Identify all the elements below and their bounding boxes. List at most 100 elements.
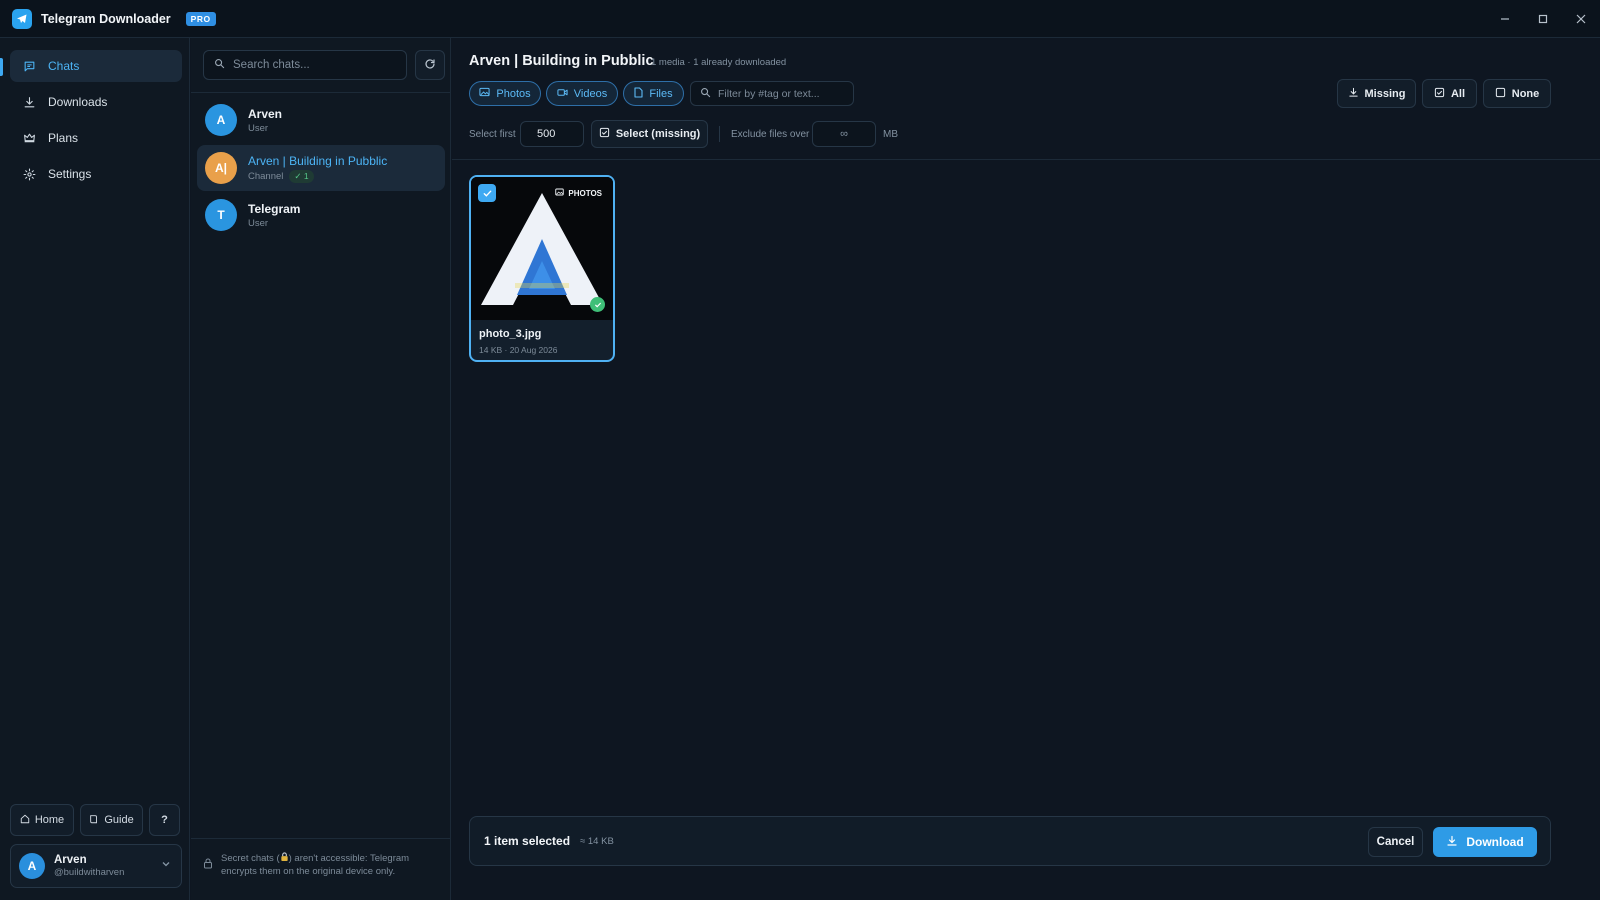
- media-card[interactable]: PHOTOS photo_3.jpg 14 KB · 20 Aug 2026: [469, 175, 615, 362]
- close-icon[interactable]: [1562, 0, 1600, 38]
- select-missing-count-button[interactable]: Select (missing): [591, 120, 708, 148]
- button-label: All: [1450, 87, 1466, 100]
- title-bar: Telegram Downloader PRO: [0, 0, 1600, 38]
- button-label: Missing: [1364, 87, 1406, 100]
- avatar: A|: [205, 152, 237, 184]
- media-type-text: PHOTOS: [568, 188, 602, 198]
- guide-label: Guide: [104, 814, 134, 826]
- nav-item-downloads[interactable]: Downloads: [10, 86, 182, 118]
- pro-badge: PRO: [185, 11, 216, 26]
- chat-name: Arven | Building in Pubblic: [248, 153, 388, 168]
- search-placeholder: Search chats...: [233, 59, 310, 71]
- tag-filter-input[interactable]: Filter by #tag or text...: [690, 81, 854, 106]
- nav-label: Downloads: [48, 95, 108, 109]
- refresh-button[interactable]: [415, 50, 445, 80]
- downloaded-count-badge: ✓ 1: [289, 169, 314, 183]
- checkbox-checked-icon: [1434, 87, 1445, 101]
- divider: [191, 92, 451, 93]
- select-first-label: Select first: [469, 129, 516, 140]
- filter-files-chip[interactable]: Files: [623, 81, 684, 106]
- guide-button[interactable]: Guide: [80, 804, 143, 836]
- chat-item-arven[interactable]: A Arven User: [197, 97, 445, 143]
- home-button[interactable]: Home: [10, 804, 74, 836]
- button-label: None: [1511, 87, 1540, 100]
- exclude-files-label: Exclude files over: [731, 129, 810, 140]
- download-label: Download: [1466, 835, 1524, 849]
- refresh-icon: [424, 58, 436, 73]
- secret-chats-note: Secret chats () aren't accessible: Teleg…: [191, 838, 451, 900]
- profile-name: Arven: [54, 854, 87, 866]
- chevron-down-icon[interactable]: [161, 859, 171, 872]
- download-icon: [1446, 835, 1458, 850]
- chat-type: User: [248, 217, 269, 229]
- main-panel: Arven | Building in Pubblic 1 media · 1 …: [452, 38, 1600, 900]
- media-type-label: PHOTOS: [555, 188, 602, 198]
- filter-photos-chip[interactable]: Photos: [469, 81, 541, 106]
- selection-count: 1 item selected: [484, 834, 571, 848]
- select-none-button[interactable]: None: [1483, 79, 1551, 108]
- downloaded-check-icon: [590, 297, 605, 312]
- nav-item-chats[interactable]: Chats: [10, 50, 182, 82]
- page-title: Arven | Building in Pubblic: [469, 53, 654, 69]
- lock-icon: [203, 858, 213, 900]
- selected-checkbox[interactable]: [478, 184, 496, 202]
- crown-icon: [22, 131, 36, 145]
- selection-size: ≈ 14 KB: [580, 835, 614, 847]
- book-icon: [89, 814, 99, 827]
- cancel-button[interactable]: Cancel: [1368, 827, 1423, 857]
- filter-label: Videos: [573, 87, 608, 100]
- filter-videos-chip[interactable]: Videos: [546, 81, 618, 106]
- select-first-input[interactable]: 500: [520, 121, 584, 147]
- divider: [452, 159, 1600, 160]
- maximize-icon[interactable]: [1524, 0, 1562, 38]
- nav-label: Settings: [48, 167, 92, 181]
- nav-label: Chats: [48, 59, 80, 73]
- search-icon: [214, 58, 225, 72]
- divider: [719, 126, 720, 142]
- chat-list-panel: Search chats... A Arven User A| Arven | …: [191, 38, 451, 900]
- secret-note-part-1: Secret chats (: [221, 853, 280, 864]
- secret-note-text: Secret chats () aren't accessible: Teleg…: [221, 852, 441, 900]
- checkbox-checked-icon: [599, 127, 610, 141]
- download-button[interactable]: Download: [1433, 827, 1537, 857]
- chat-item-building-in-public[interactable]: A| Arven | Building in Pubblic Channel ✓…: [197, 145, 445, 191]
- nav-item-plans[interactable]: Plans: [10, 122, 182, 154]
- max-file-size-input[interactable]: ∞: [812, 121, 876, 147]
- select-all-button[interactable]: All: [1422, 79, 1477, 108]
- media-summary: 1 media · 1 already downloaded: [651, 57, 787, 68]
- search-chats-input[interactable]: Search chats...: [203, 50, 407, 80]
- select-missing-button[interactable]: Missing: [1337, 79, 1416, 108]
- selection-bar: 1 item selected ≈ 14 KB Cancel Download: [469, 816, 1551, 866]
- minimize-icon[interactable]: [1486, 0, 1524, 38]
- image-icon: [555, 188, 565, 198]
- home-icon: [20, 814, 30, 827]
- file-name: photo_3.jpg: [479, 328, 542, 340]
- chat-type: Channel: [248, 170, 284, 182]
- download-icon: [1348, 87, 1359, 101]
- profile-card[interactable]: A Arven @buildwitharven: [10, 844, 182, 888]
- window-controls: [1486, 0, 1600, 38]
- help-button[interactable]: ?: [149, 804, 180, 836]
- bottom-buttons: Home Guide ?: [10, 804, 180, 836]
- filter-placeholder: Filter by #tag or text...: [718, 87, 820, 100]
- image-icon: [479, 87, 490, 100]
- chat-type: User: [248, 122, 269, 134]
- profile-handle: @buildwitharven: [54, 867, 125, 878]
- chat-name: Arven: [248, 106, 283, 121]
- button-label: Select (missing): [615, 128, 701, 140]
- left-navigation: Chats Downloads Plans Settings Home Guid…: [0, 38, 190, 900]
- file-meta: 14 KB · 20 Aug 2026: [479, 345, 558, 355]
- chat-name: Telegram: [248, 201, 301, 216]
- home-label: Home: [34, 814, 65, 826]
- video-icon: [557, 88, 568, 100]
- avatar: A: [205, 104, 237, 136]
- download-icon: [22, 95, 36, 109]
- chat-icon: [22, 59, 36, 73]
- filter-label: Files: [649, 87, 673, 100]
- avatar: A: [19, 853, 45, 879]
- active-nav-indicator: [0, 58, 3, 76]
- chat-item-telegram[interactable]: T Telegram User: [197, 192, 445, 238]
- telegram-plane-icon: [12, 8, 32, 29]
- nav-item-settings[interactable]: Settings: [10, 158, 182, 190]
- checkbox-empty-icon: [1495, 87, 1506, 101]
